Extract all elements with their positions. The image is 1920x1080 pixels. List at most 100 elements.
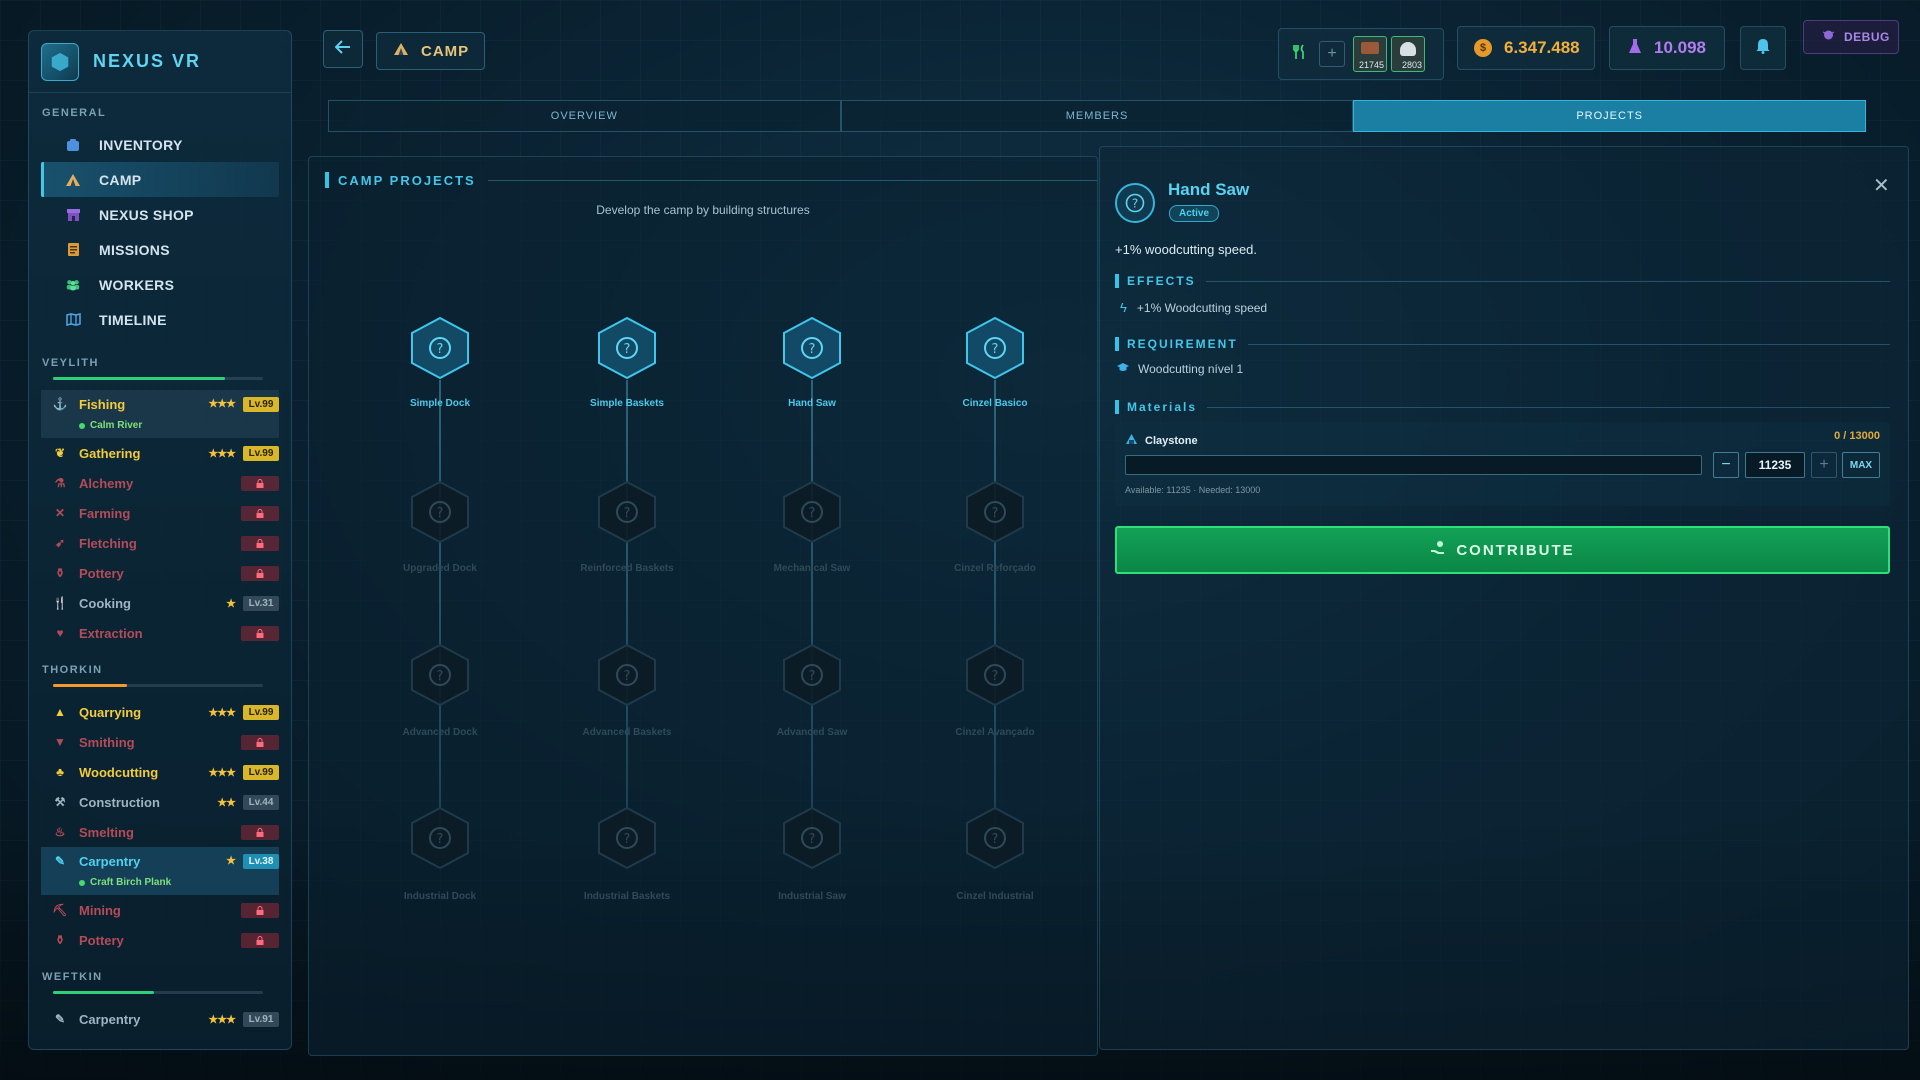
skill-stars: ★ bbox=[226, 597, 236, 610]
project-node[interactable]: ? bbox=[408, 806, 472, 870]
svg-text:?: ? bbox=[992, 832, 999, 847]
gems-display: 10.098 bbox=[1609, 26, 1725, 70]
skill-level-badge: Lv.91 bbox=[243, 1011, 279, 1027]
skill-fishing[interactable]: ⚓ Fishing ★★★ Lv.99 Calm River bbox=[41, 390, 279, 438]
project-node[interactable]: ? bbox=[595, 316, 659, 380]
project-unknown-icon: ? bbox=[411, 316, 469, 380]
project-unknown-icon: ? bbox=[411, 806, 469, 870]
race-title-veylith: VEYLITH bbox=[42, 357, 99, 369]
project-node[interactable]: ? bbox=[408, 643, 472, 707]
skill-stars: ★★★ bbox=[208, 706, 236, 719]
skill-carpentry-weftkin[interactable]: ✎ Carpentry ★★★ Lv.91 bbox=[29, 1004, 291, 1034]
skill-farming[interactable]: ✕ Farming bbox=[29, 498, 291, 528]
breadcrumb[interactable]: CAMP bbox=[376, 32, 485, 70]
skill-alchemy[interactable]: ⚗ Alchemy bbox=[29, 468, 291, 498]
sidebar-item-camp[interactable]: CAMP bbox=[41, 162, 279, 197]
quantity-input[interactable] bbox=[1745, 452, 1805, 478]
notifications-button[interactable] bbox=[1740, 26, 1786, 70]
skill-mining[interactable]: ⛏ Mining bbox=[29, 895, 291, 925]
skill-carpentry[interactable]: ✎ Carpentry ★ Lv.38 Craft Birch Plank bbox=[41, 847, 279, 895]
skill-stars: ★★★ bbox=[208, 398, 236, 410]
coin-icon: $ bbox=[1474, 39, 1492, 57]
skill-quarrying[interactable]: ▲ Quarrying ★★★ Lv.99 bbox=[29, 697, 291, 727]
skill-construction[interactable]: ⚒ Construction ★★ Lv.44 bbox=[29, 787, 291, 817]
status-badge: Active bbox=[1169, 205, 1220, 222]
skill-stars: ★★★ bbox=[208, 1013, 236, 1026]
project-node[interactable]: ? bbox=[780, 480, 844, 544]
max-button[interactable]: MAX bbox=[1842, 452, 1880, 478]
crossed-tools-icon: ✕ bbox=[54, 506, 66, 520]
breadcrumb-label: CAMP bbox=[421, 42, 470, 60]
camp-icon bbox=[393, 42, 409, 61]
pickaxe-icon: ⛏ bbox=[52, 903, 68, 917]
skill-pottery[interactable]: ⚱ Pottery bbox=[29, 558, 291, 588]
project-node[interactable]: ? bbox=[963, 316, 1027, 380]
project-node[interactable]: ? bbox=[780, 806, 844, 870]
svg-text:?: ? bbox=[992, 506, 999, 521]
back-button[interactable] bbox=[323, 30, 363, 68]
tab-projects[interactable]: PROJECTS bbox=[1353, 100, 1867, 132]
skill-pottery-thorkin[interactable]: ⚱ Pottery bbox=[29, 925, 291, 955]
project-node[interactable]: ? bbox=[780, 643, 844, 707]
tab-overview[interactable]: OVERVIEW bbox=[328, 100, 841, 132]
material-progress-text: 0 / 13000 bbox=[1834, 430, 1880, 442]
skill-cooking[interactable]: 🍴 Cooking ★ Lv.31 bbox=[29, 588, 291, 618]
saw-icon: ✎ bbox=[54, 854, 66, 868]
sidebar-item-nexus-shop[interactable]: NEXUS SHOP bbox=[41, 197, 279, 232]
project-node[interactable]: ? bbox=[963, 806, 1027, 870]
flask-icon: ⚗ bbox=[54, 476, 66, 490]
svg-text:?: ? bbox=[624, 832, 631, 847]
skill-name: Carpentry bbox=[79, 1011, 141, 1027]
project-node[interactable]: ? bbox=[595, 806, 659, 870]
contribute-button[interactable]: CONTRIBUTE bbox=[1115, 526, 1890, 574]
decrease-button[interactable]: − bbox=[1713, 452, 1739, 478]
tree-connector bbox=[626, 380, 628, 838]
resource-slot-2[interactable]: 2803 bbox=[1391, 36, 1425, 72]
skill-fletching[interactable]: ➶ Fletching bbox=[29, 528, 291, 558]
increase-button[interactable]: + bbox=[1811, 452, 1837, 478]
svg-text:?: ? bbox=[809, 669, 816, 684]
project-node[interactable]: ? bbox=[408, 480, 472, 544]
svg-text:?: ? bbox=[992, 342, 999, 357]
project-node[interactable]: ? bbox=[963, 480, 1027, 544]
skill-name: Fletching bbox=[79, 535, 137, 551]
skill-name: Smelting bbox=[79, 824, 134, 840]
sidebar-item-label: NEXUS SHOP bbox=[99, 206, 194, 223]
close-icon[interactable]: ✕ bbox=[1873, 173, 1890, 198]
tree-icon: ♣ bbox=[56, 765, 64, 779]
project-node[interactable]: ? bbox=[595, 643, 659, 707]
project-node[interactable]: ? bbox=[408, 316, 472, 380]
skill-gathering[interactable]: ❦ Gathering ★★★ Lv.99 bbox=[29, 438, 291, 468]
nexus-logo-icon bbox=[41, 42, 79, 81]
tab-bar: OVERVIEW MEMBERS PROJECTS bbox=[328, 100, 1867, 132]
skill-woodcutting[interactable]: ♣ Woodcutting ★★★ Lv.99 bbox=[29, 757, 291, 787]
svg-text:?: ? bbox=[437, 832, 444, 847]
project-node[interactable]: ? bbox=[595, 480, 659, 544]
vase-icon: ⚱ bbox=[54, 566, 66, 580]
material-card: Claystone 0 / 13000 − + MAX Available: 1… bbox=[1115, 422, 1890, 506]
sidebar-item-missions[interactable]: MISSIONS bbox=[41, 232, 279, 267]
svg-text:?: ? bbox=[809, 506, 816, 521]
skill-smithing[interactable]: ▼ Smithing bbox=[29, 727, 291, 757]
skill-name: Extraction bbox=[79, 625, 143, 641]
skill-extraction[interactable]: ♥ Extraction bbox=[29, 618, 291, 648]
sidebar-item-workers[interactable]: WORKERS bbox=[41, 267, 279, 302]
tab-members[interactable]: MEMBERS bbox=[840, 100, 1354, 132]
inventory-icon bbox=[65, 137, 81, 153]
resource-count: 21745 bbox=[1358, 60, 1384, 70]
skill-smelting[interactable]: ♨ Smelting bbox=[29, 817, 291, 847]
resource-slot-1[interactable]: 21745 bbox=[1353, 36, 1387, 72]
tree-connector bbox=[994, 380, 996, 838]
project-node-label: Industrial Saw bbox=[778, 891, 846, 902]
project-node-label: Simple Baskets bbox=[590, 398, 664, 409]
project-node[interactable]: ? bbox=[780, 316, 844, 380]
sidebar-item-inventory[interactable]: INVENTORY bbox=[41, 127, 279, 162]
sidebar-item-timeline[interactable]: TIMELINE bbox=[41, 302, 279, 337]
leaf-icon: ❦ bbox=[54, 446, 66, 460]
tree-connector bbox=[439, 380, 441, 838]
project-node[interactable]: ? bbox=[963, 643, 1027, 707]
resource-count: 2803 bbox=[1401, 60, 1422, 70]
add-slot-button[interactable]: + bbox=[1319, 41, 1345, 67]
debug-button[interactable]: DEBUG bbox=[1803, 20, 1899, 54]
svg-text:?: ? bbox=[624, 342, 631, 357]
